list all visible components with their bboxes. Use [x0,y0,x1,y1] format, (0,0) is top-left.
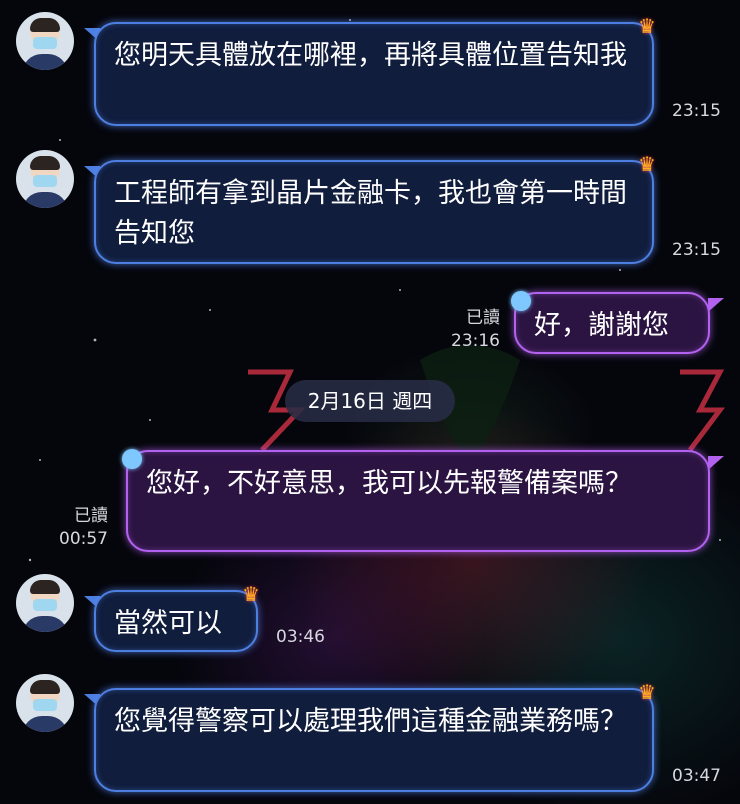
message-text: 當然可以 [114,608,222,639]
message-bubble-outgoing[interactable]: 好，謝謝您 [514,292,710,354]
crown-sticker-icon: ♛ [638,680,656,704]
bubble-tail [708,298,724,312]
contact-avatar[interactable] [16,674,74,732]
bubble-tail [708,456,724,470]
message-text: 工程師有拿到晶片金融卡，我也會第一時間告知您 [114,178,627,249]
message-timestamp: 23:15 [672,240,721,260]
message-timestamp: 03:47 [672,766,721,786]
read-receipt: 已讀 [466,308,500,328]
message-text: 您覺得警察可以處理我們這種金融業務嗎？ [114,706,627,737]
date-separator: 2月16日 週四 [285,380,455,422]
message-bubble-incoming[interactable]: 工程師有拿到晶片金融卡，我也會第一時間告知您 [94,160,654,264]
message-timestamp: 00:57 [59,529,108,549]
message-timestamp: 23:16 [451,331,500,351]
message-text: 好，謝謝您 [534,310,669,341]
message-text: 您好，不好意思，我可以先報警備案嗎？ [146,468,632,499]
contact-avatar[interactable] [16,150,74,208]
message-timestamp: 03:46 [276,627,325,647]
crown-sticker-icon: ♛ [638,152,656,176]
blue-creature-sticker-icon [122,449,142,469]
crown-sticker-icon: ♛ [638,14,656,38]
contact-avatar[interactable] [16,12,74,70]
message-bubble-incoming[interactable]: 您明天具體放在哪裡，再將具體位置告知我 [94,22,654,126]
message-bubble-incoming[interactable]: 當然可以 [94,590,258,652]
message-text: 您明天具體放在哪裡，再將具體位置告知我 [114,40,627,71]
crown-sticker-icon: ♛ [242,582,260,606]
contact-avatar[interactable] [16,574,74,632]
message-bubble-incoming[interactable]: 您覺得警察可以處理我們這種金融業務嗎？ [94,688,654,792]
message-timestamp: 23:15 [672,101,721,121]
read-receipt: 已讀 [74,506,108,526]
blue-creature-sticker-icon [511,291,531,311]
message-bubble-outgoing[interactable]: 您好，不好意思，我可以先報警備案嗎？ [126,450,710,552]
